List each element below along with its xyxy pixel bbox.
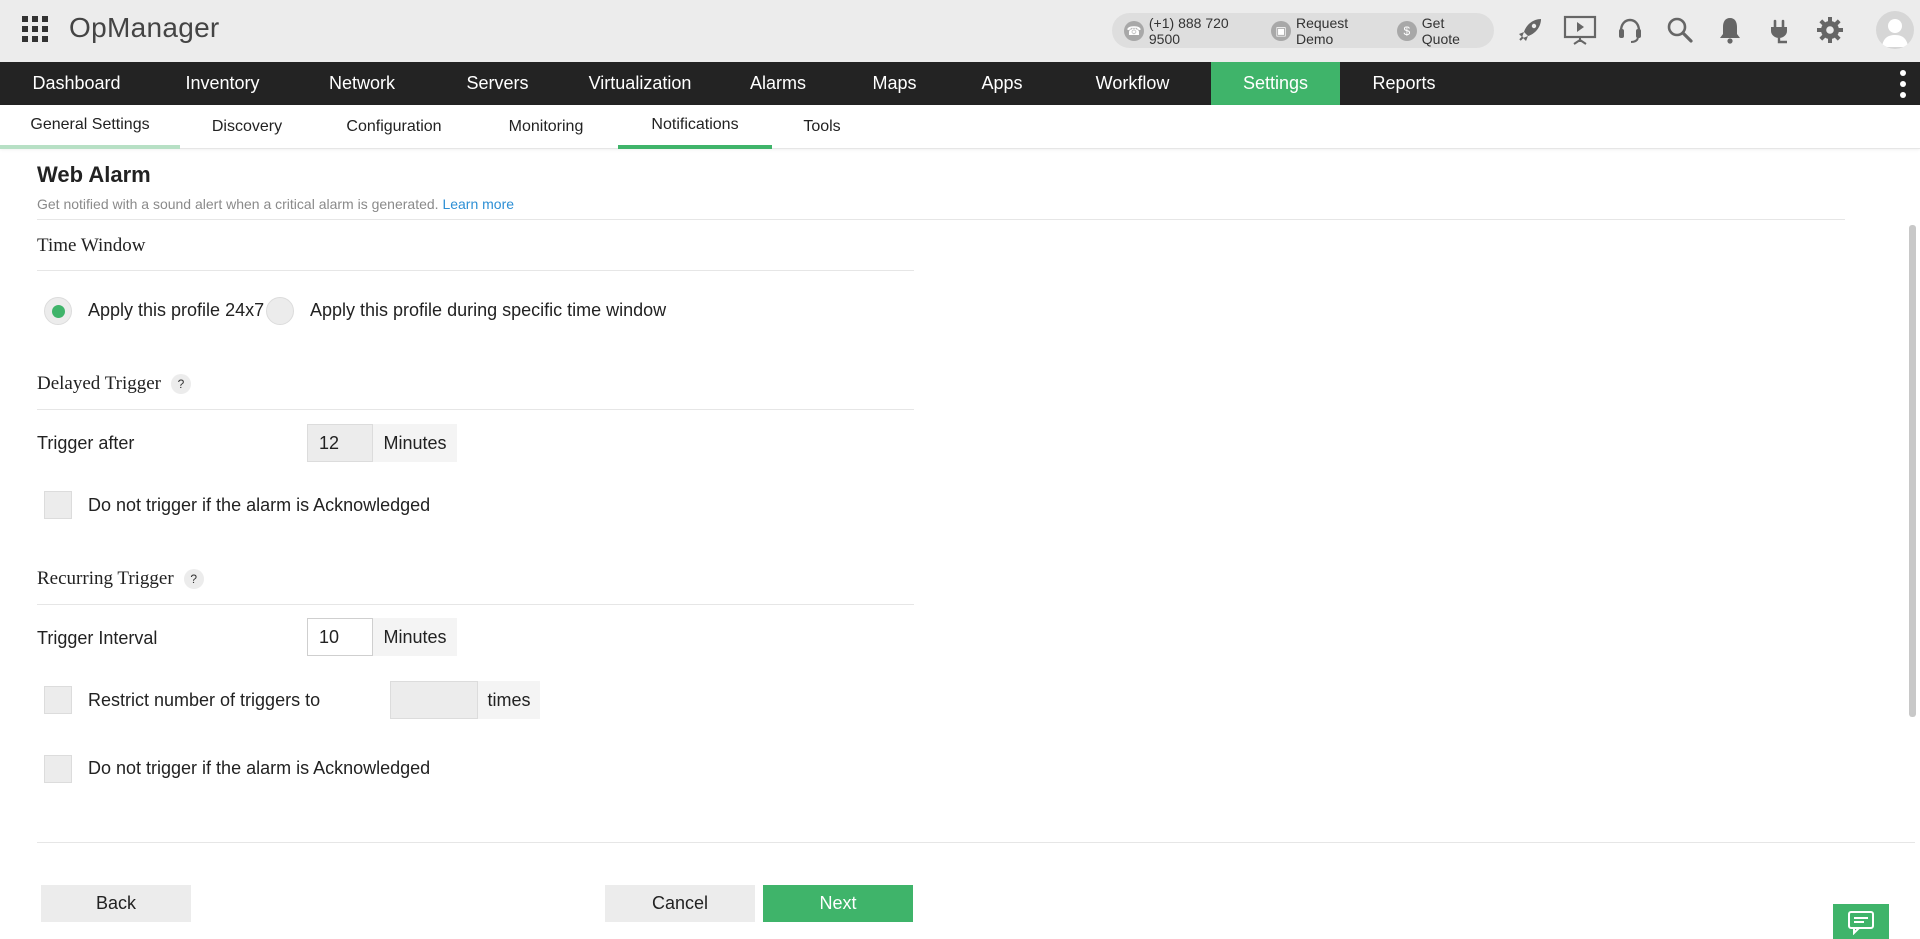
footer-divider — [37, 842, 1915, 843]
tab-configuration[interactable]: Configuration — [314, 105, 474, 149]
restrict-triggers-unit: times — [478, 681, 540, 719]
dollar-icon: $ — [1396, 20, 1417, 41]
delayed-trigger-title: Delayed Trigger ? — [37, 373, 192, 395]
gear-icon[interactable] — [1812, 12, 1848, 48]
chat-icon[interactable] — [1833, 904, 1889, 939]
nav-inventory[interactable]: Inventory — [153, 62, 292, 105]
search-icon[interactable] — [1662, 12, 1698, 48]
restrict-triggers-input[interactable] — [390, 681, 478, 719]
tab-tools[interactable]: Tools — [772, 105, 872, 149]
label-specific-time: Apply this profile during specific time … — [310, 300, 667, 320]
trigger-interval-label: Trigger Interval — [37, 628, 158, 648]
more-menu-icon[interactable] — [1898, 70, 1908, 98]
time-window-divider — [37, 270, 914, 271]
request-demo-link[interactable]: ▣ Request Demo — [1271, 15, 1389, 47]
delayed-ack-label: Do not trigger if the alarm is Acknowled… — [88, 495, 431, 515]
restrict-triggers-label: Restrict number of triggers to — [88, 690, 321, 710]
nav-alarms[interactable]: Alarms — [717, 62, 839, 105]
recurring-trigger-heading: Recurring Trigger — [37, 568, 174, 589]
trigger-after-unit: Minutes — [373, 424, 457, 462]
get-quote-link[interactable]: $ Get Quote — [1396, 14, 1486, 47]
next-button[interactable]: Next — [763, 885, 913, 922]
user-avatar-icon[interactable] — [1876, 11, 1914, 49]
trigger-interval-input[interactable] — [307, 618, 373, 656]
back-button[interactable]: Back — [41, 885, 191, 922]
nav-dashboard[interactable]: Dashboard — [0, 62, 153, 105]
recurring-trigger-divider — [37, 604, 914, 605]
delayed-trigger-divider — [37, 409, 914, 410]
phone-number: (+1) 888 720 9500 — [1148, 14, 1229, 47]
page-description: Get notified with a sound alert when a c… — [37, 196, 514, 212]
tab-discovery[interactable]: Discovery — [180, 105, 314, 149]
page-scrollbar[interactable] — [1909, 225, 1916, 717]
trigger-interval-unit: Minutes — [373, 618, 457, 656]
screen-icon: ▣ — [1271, 20, 1291, 41]
nav-settings[interactable]: Settings — [1211, 62, 1340, 105]
delayed-trigger-heading: Delayed Trigger — [37, 373, 162, 394]
main-nav: Dashboard Inventory Network Servers Virt… — [0, 62, 1920, 105]
learn-more-link[interactable]: Learn more — [442, 196, 514, 212]
plug-icon[interactable] — [1762, 12, 1798, 48]
nav-network[interactable]: Network — [292, 62, 432, 105]
description-text: Get notified with a sound alert when a c… — [37, 196, 439, 212]
nav-maps[interactable]: Maps — [839, 62, 950, 105]
radio-24x7[interactable] — [44, 297, 72, 325]
tab-monitoring[interactable]: Monitoring — [474, 105, 618, 149]
tab-notifications[interactable]: Notifications — [618, 105, 772, 149]
request-demo-label: Request Demo — [1295, 14, 1349, 47]
delayed-trigger-help-icon[interactable]: ? — [171, 374, 192, 394]
nav-virtualization[interactable]: Virtualization — [563, 62, 717, 105]
tab-general-settings[interactable]: General Settings — [0, 105, 180, 149]
header-icon-bar — [1512, 12, 1862, 48]
phone-icon: ☎ — [1124, 20, 1144, 41]
header-divider — [37, 219, 1845, 220]
recurring-ack-checkbox[interactable] — [44, 755, 72, 783]
nav-reports[interactable]: Reports — [1340, 62, 1468, 105]
restrict-triggers-checkbox[interactable] — [44, 686, 72, 714]
trigger-after-input[interactable] — [307, 424, 373, 462]
delayed-ack-checkbox[interactable] — [44, 491, 72, 519]
recurring-trigger-help-icon[interactable]: ? — [183, 569, 204, 589]
radio-specific-time[interactable] — [266, 297, 294, 325]
nav-servers[interactable]: Servers — [432, 62, 563, 105]
rocket-icon[interactable] — [1512, 12, 1548, 48]
presentation-icon[interactable] — [1562, 12, 1598, 48]
time-window-heading: Time Window — [37, 235, 146, 256]
label-24x7: Apply this profile 24x7 — [88, 300, 265, 320]
cancel-button[interactable]: Cancel — [605, 885, 755, 922]
time-window-title: Time Window — [37, 235, 146, 257]
bell-icon[interactable] — [1712, 12, 1748, 48]
phone-link[interactable]: ☎ (+1) 888 720 9500 — [1124, 15, 1263, 47]
trigger-after-label: Trigger after — [37, 433, 135, 453]
page-title: Web Alarm — [37, 162, 151, 187]
nav-apps[interactable]: Apps — [950, 62, 1054, 105]
top-header: OpManager ☎ (+1) 888 720 9500 ▣ Request … — [0, 0, 1920, 62]
settings-subnav: General Settings Discovery Configuration… — [0, 105, 1920, 149]
get-quote-label: Get Quote — [1421, 14, 1460, 47]
headset-icon[interactable] — [1612, 12, 1648, 48]
nav-workflow[interactable]: Workflow — [1054, 62, 1211, 105]
app-title: OpManager — [69, 12, 220, 43]
recurring-ack-label: Do not trigger if the alarm is Acknowled… — [88, 758, 431, 778]
recurring-trigger-title: Recurring Trigger ? — [37, 568, 204, 590]
grid-icon[interactable] — [22, 16, 48, 42]
contact-bar: ☎ (+1) 888 720 9500 ▣ Request Demo $ Get… — [1112, 13, 1494, 48]
